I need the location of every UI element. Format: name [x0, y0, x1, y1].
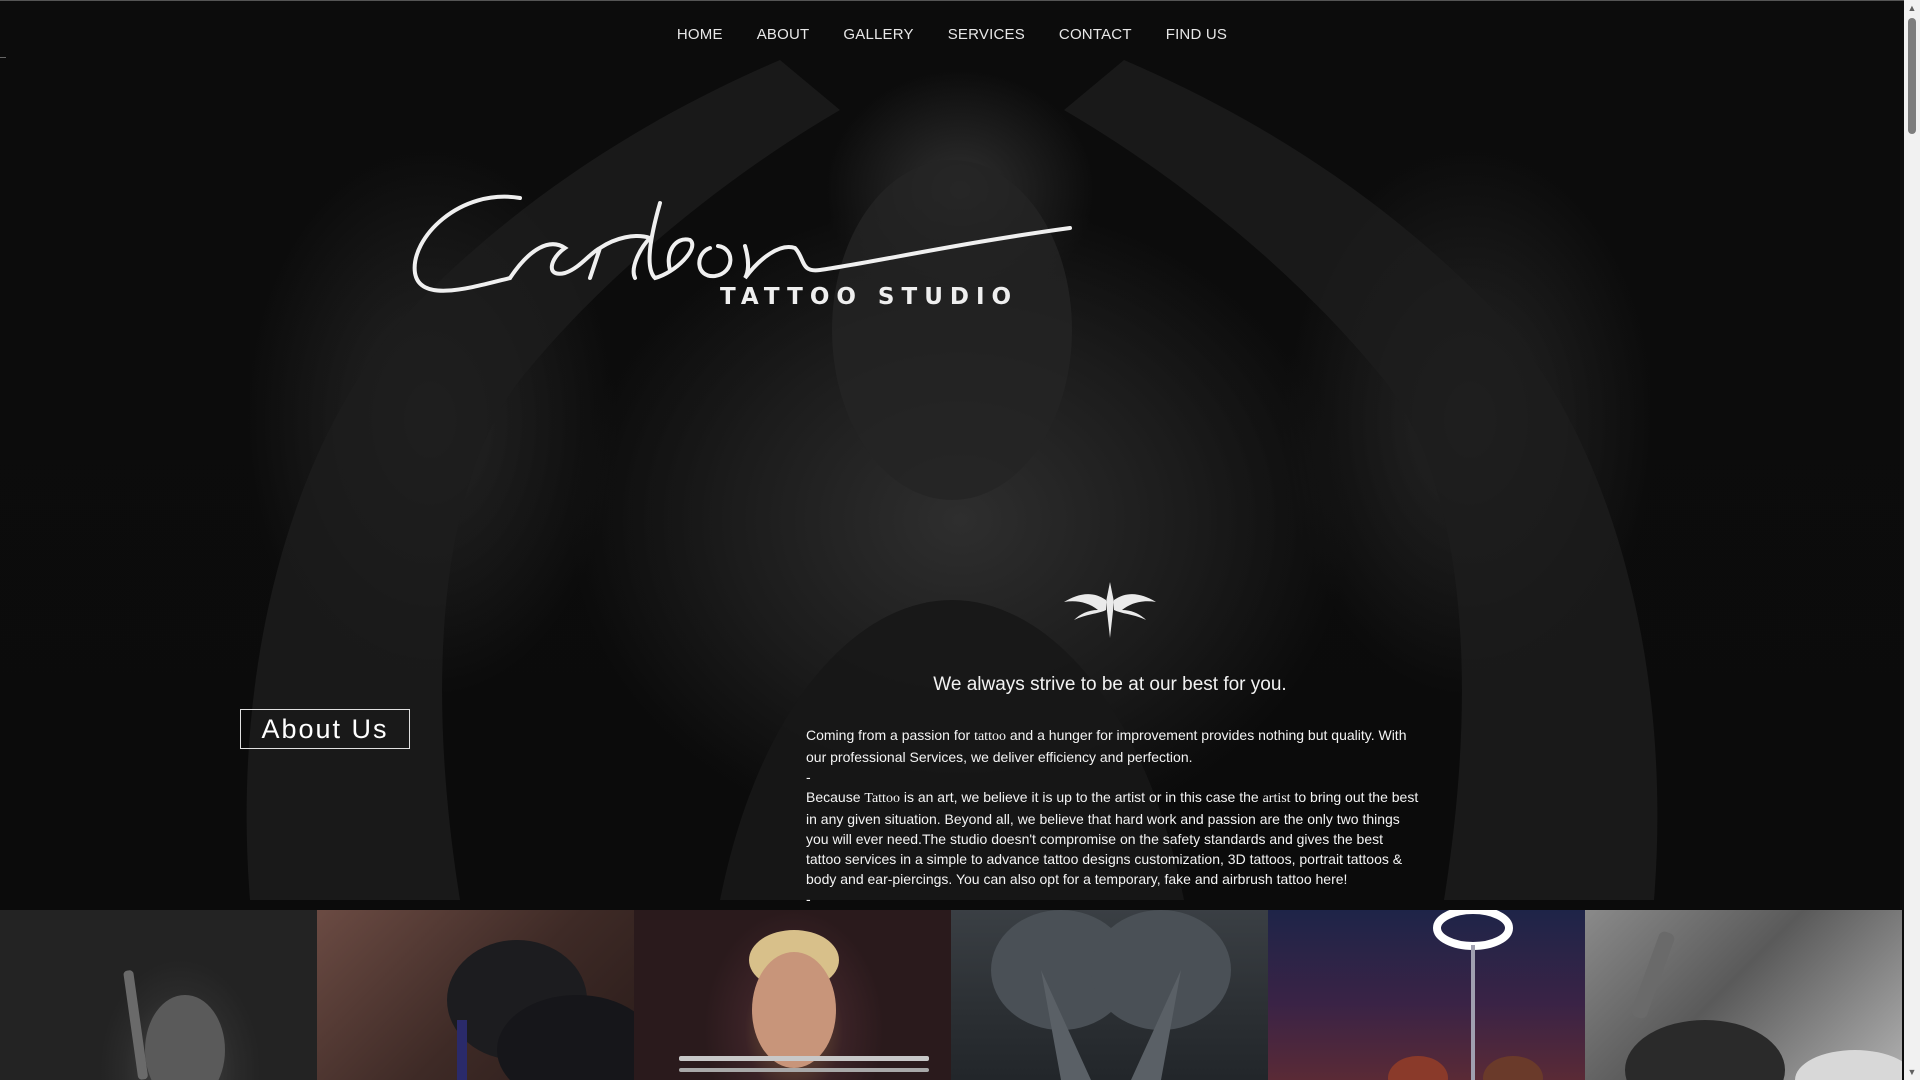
corner-mark — [0, 57, 6, 58]
gallery-tile-blond-portrait[interactable] — [634, 910, 951, 1080]
nav-find-us[interactable]: FIND US — [1166, 26, 1227, 43]
tribal-emblem-icon — [1064, 582, 1156, 638]
about-us-heading: About Us — [240, 709, 410, 749]
scroll-up-arrow-icon[interactable]: ▲ — [1904, 0, 1920, 16]
gallery-tile-gloved-hands[interactable] — [317, 910, 634, 1080]
separator: - — [806, 769, 811, 785]
separator: - — [806, 891, 811, 907]
about-paragraph-2: Because Tattoo is an art, we believe it … — [806, 789, 1419, 887]
logo-subtitle: TATTOO STUDIO — [720, 284, 1019, 310]
nav-about[interactable]: ABOUT — [757, 26, 810, 43]
gallery-tile-tattooed-arms[interactable] — [951, 910, 1268, 1080]
top-border — [0, 0, 1904, 1]
about-paragraph-1: Coming from a passion for tattoo and a h… — [806, 727, 1407, 765]
nav-contact[interactable]: CONTACT — [1059, 26, 1132, 43]
about-text: Coming from a passion for tattoo and a h… — [806, 725, 1420, 909]
scroll-thumb[interactable] — [1908, 18, 1916, 134]
nav-gallery[interactable]: GALLERY — [843, 26, 913, 43]
gallery-strip — [0, 910, 1904, 1080]
tagline: We always strive to be at our best for y… — [933, 674, 1287, 695]
main-nav: HOME ABOUT GALLERY SERVICES CONTACT FIND… — [0, 26, 1904, 43]
nav-home[interactable]: HOME — [677, 26, 723, 43]
gallery-tile-artist-with-machine[interactable] — [0, 910, 317, 1080]
vertical-scrollbar[interactable]: ▲ ▼ — [1904, 0, 1920, 1080]
gallery-tile-ring-light[interactable] — [1268, 910, 1585, 1080]
gallery-tile-machine-close-up[interactable] — [1585, 910, 1902, 1080]
nav-services[interactable]: SERVICES — [948, 26, 1025, 43]
studio-logo: TATTOO STUDIO — [400, 178, 1080, 318]
scroll-down-arrow-icon[interactable]: ▼ — [1904, 1064, 1920, 1080]
